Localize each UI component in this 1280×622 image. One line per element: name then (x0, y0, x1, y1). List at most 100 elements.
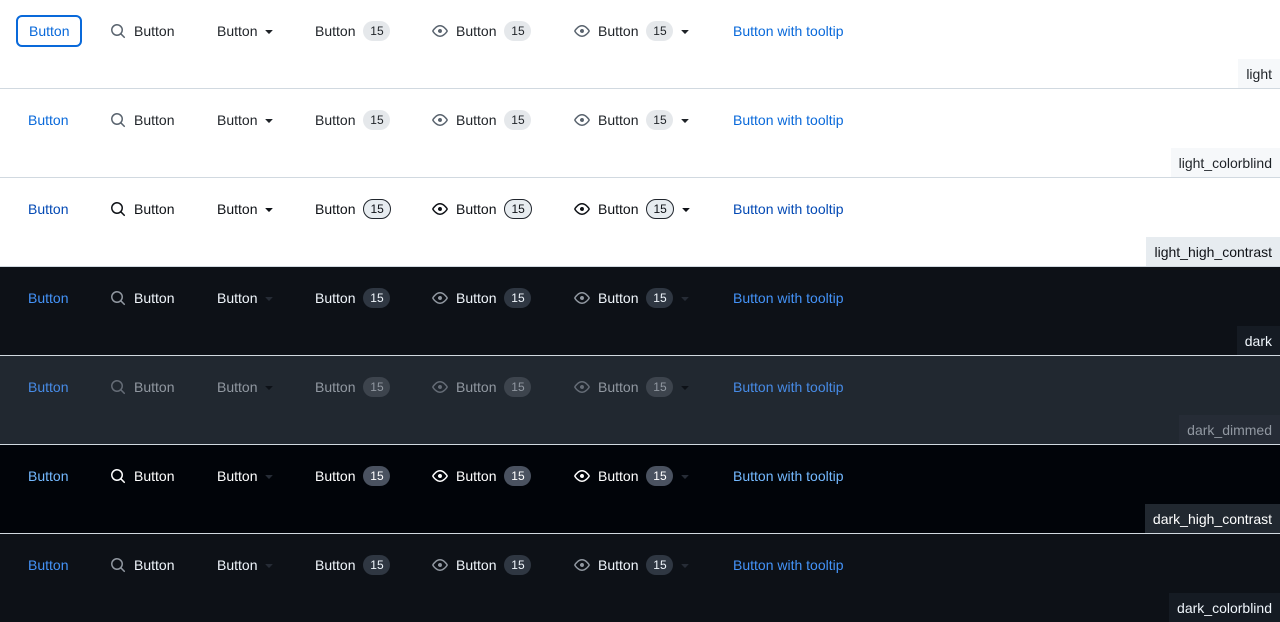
eye-icon (432, 379, 448, 395)
watch-dropdown-button[interactable]: Button 15 (562, 460, 705, 492)
button-label: Button (134, 290, 175, 306)
watch-dropdown-button[interactable]: Button 15 (562, 104, 705, 136)
invisible-button[interactable]: Button (16, 193, 80, 225)
counter-button[interactable]: Button 15 (303, 15, 402, 47)
button-label: Button (28, 468, 69, 484)
theme-section-dark-high-contrast: Button Button Button Button 15 Button 15 B… (0, 445, 1280, 534)
eye-icon (432, 290, 448, 306)
triangle-down-icon (677, 468, 693, 484)
watch-dropdown-button[interactable]: Button 15 (562, 193, 706, 225)
button-label: Button (315, 468, 356, 484)
counter-button[interactable]: Button 15 (303, 371, 402, 403)
button-label: Button (28, 112, 69, 128)
triangle-down-icon (261, 112, 277, 128)
button-label: Button (134, 379, 175, 395)
button-label: Button with tooltip (733, 23, 844, 39)
triangle-down-icon (677, 290, 693, 306)
search-button[interactable]: Button (98, 104, 186, 136)
button-label: Button (456, 201, 497, 217)
button-label: Button (217, 468, 258, 484)
triangle-down-icon (261, 201, 277, 217)
search-icon (110, 557, 126, 573)
counter-button[interactable]: Button 15 (303, 104, 402, 136)
tooltip-button[interactable]: Button with tooltip (721, 193, 856, 225)
theme-section-dark: Button Button Button Button 15 Button 15 B… (0, 267, 1280, 356)
watch-dropdown-button[interactable]: Button 15 (562, 371, 705, 403)
dropdown-button[interactable]: Button (205, 371, 289, 403)
invisible-button[interactable]: Button (16, 104, 80, 136)
counter-button[interactable]: Button 15 (303, 282, 402, 314)
watch-dropdown-button[interactable]: Button 15 (562, 15, 705, 47)
tooltip-button[interactable]: Button with tooltip (721, 371, 856, 403)
invisible-button[interactable]: Button (16, 15, 83, 47)
counter-badge: 15 (646, 555, 674, 575)
triangle-down-icon (677, 379, 693, 395)
watch-button[interactable]: Button 15 (420, 371, 543, 403)
triangle-down-icon (677, 557, 693, 573)
search-button[interactable]: Button (98, 460, 186, 492)
eye-icon (432, 201, 448, 217)
tooltip-button[interactable]: Button with tooltip (721, 104, 856, 136)
watch-button[interactable]: Button 15 (420, 15, 543, 47)
watch-button[interactable]: Button 15 (420, 193, 544, 225)
eye-icon (432, 112, 448, 128)
dropdown-button[interactable]: Button (205, 282, 289, 314)
button-label: Button (598, 112, 639, 128)
theme-section-light-high-contrast: Button Button Button Button 15 Button 15 B… (0, 178, 1280, 267)
dropdown-button[interactable]: Button (205, 193, 289, 225)
dropdown-button[interactable]: Button (205, 15, 289, 47)
button-label: Button (315, 290, 356, 306)
tooltip-button[interactable]: Button with tooltip (721, 15, 856, 47)
counter-badge: 15 (646, 199, 674, 219)
dropdown-button[interactable]: Button (205, 460, 289, 492)
search-button[interactable]: Button (98, 371, 186, 403)
button-label: Button with tooltip (733, 557, 844, 573)
search-icon (110, 379, 126, 395)
theme-label: dark_high_contrast (1144, 504, 1280, 533)
triangle-down-icon (261, 23, 277, 39)
tooltip-button[interactable]: Button with tooltip (721, 460, 856, 492)
watch-button[interactable]: Button 15 (420, 282, 543, 314)
search-button[interactable]: Button (98, 282, 186, 314)
invisible-button[interactable]: Button (16, 282, 80, 314)
invisible-button[interactable]: Button (16, 549, 80, 581)
counter-badge: 15 (646, 377, 674, 397)
eye-icon (574, 557, 590, 573)
dropdown-button[interactable]: Button (205, 104, 289, 136)
button-label: Button (598, 201, 639, 217)
search-button[interactable]: Button (98, 549, 186, 581)
tooltip-button[interactable]: Button with tooltip (721, 549, 856, 581)
dropdown-button[interactable]: Button (205, 549, 289, 581)
counter-button[interactable]: Button 15 (303, 193, 403, 225)
counter-badge: 15 (504, 288, 532, 308)
triangle-down-icon (261, 468, 277, 484)
counter-button[interactable]: Button 15 (303, 460, 402, 492)
button-label: Button (217, 379, 258, 395)
counter-badge: 15 (646, 110, 674, 130)
invisible-button[interactable]: Button (16, 371, 80, 403)
watch-dropdown-button[interactable]: Button 15 (562, 282, 705, 314)
counter-badge: 15 (363, 288, 391, 308)
counter-button[interactable]: Button 15 (303, 549, 402, 581)
watch-button[interactable]: Button 15 (420, 460, 543, 492)
tooltip-button[interactable]: Button with tooltip (721, 282, 856, 314)
theme-label: light (1238, 59, 1280, 88)
theme-section-light-colorblind: Button Button Button Button 15 Button 15 B… (0, 89, 1280, 178)
theme-label: light_colorblind (1170, 148, 1280, 177)
eye-icon (574, 112, 590, 128)
triangle-down-icon (261, 379, 277, 395)
search-icon (110, 201, 126, 217)
eye-icon (574, 379, 590, 395)
button-label: Button (134, 201, 175, 217)
button-label: Button (456, 379, 497, 395)
search-button[interactable]: Button (98, 193, 186, 225)
counter-badge: 15 (504, 377, 532, 397)
watch-dropdown-button[interactable]: Button 15 (562, 549, 705, 581)
triangle-down-icon (261, 290, 277, 306)
watch-button[interactable]: Button 15 (420, 549, 543, 581)
watch-button[interactable]: Button 15 (420, 104, 543, 136)
invisible-button[interactable]: Button (16, 460, 80, 492)
counter-badge: 15 (363, 110, 391, 130)
search-button[interactable]: Button (98, 15, 186, 47)
button-label: Button (134, 112, 175, 128)
